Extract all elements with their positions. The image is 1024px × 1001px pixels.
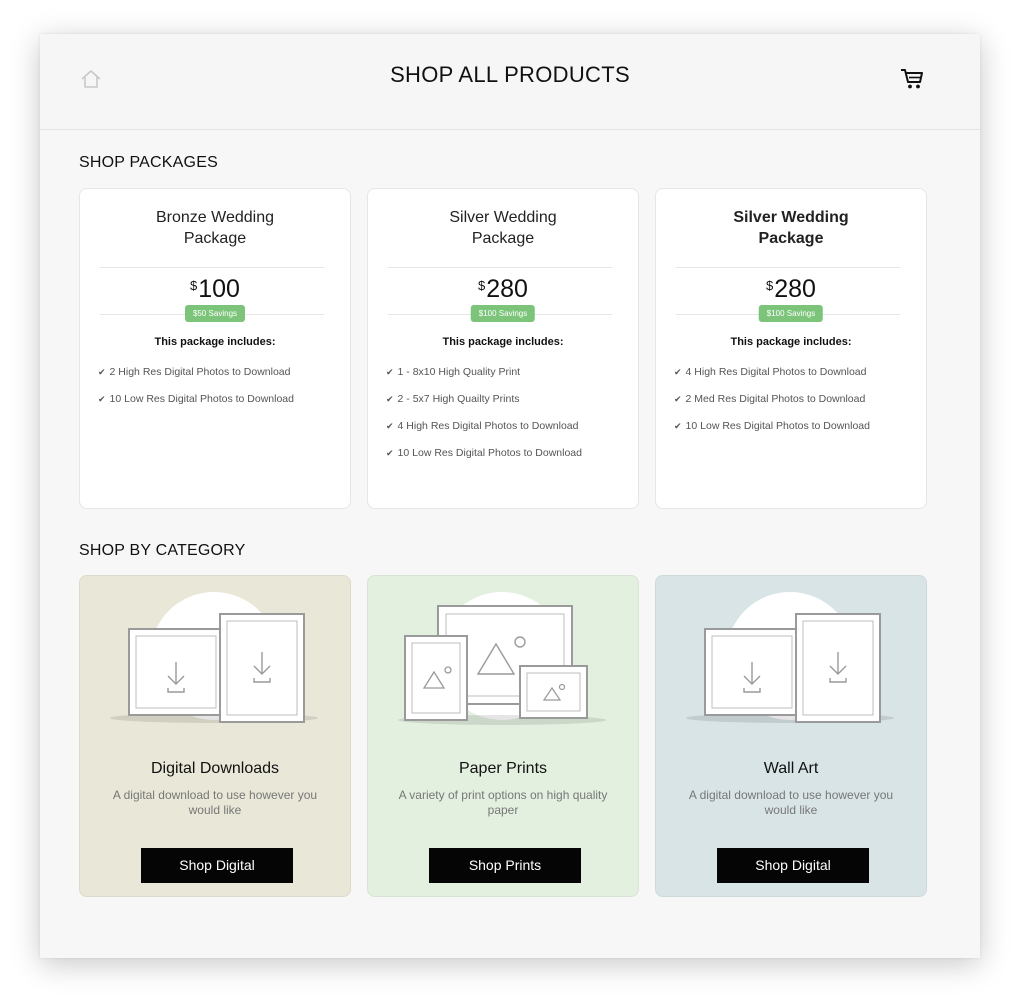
package-card-silver-selected[interactable]: Silver Wedding Package $280 $100 Savings… (655, 188, 927, 509)
savings-badge: $100 Savings (758, 305, 824, 322)
category-card-wall-art[interactable]: Wall Art A digital download to use howev… (655, 575, 927, 897)
divider (676, 267, 900, 268)
check-icon: ✔ (386, 367, 394, 377)
page-title: SHOP ALL PRODUCTS (390, 62, 630, 87)
download-frames-icon (110, 592, 318, 723)
category-name: Wall Art (763, 760, 819, 777)
price-value: 280 (774, 275, 816, 303)
package-card-silver[interactable]: Silver Wedding Package $280 $100 Savings… (367, 188, 639, 509)
shop-digital-button[interactable]: Shop Digital (717, 848, 869, 883)
photo-frames-icon (398, 592, 606, 725)
category-card-paper-prints[interactable]: Paper Prints A variety of print options … (367, 575, 639, 897)
feature-item: ✔ 4 High Res Digital Photos to Download (386, 420, 579, 432)
category-section-title: SHOP BY CATEGORY (79, 542, 246, 559)
header-bar: SHOP ALL PRODUCTS (40, 34, 980, 130)
feature-item: ✔ 1 - 8x10 High Quality Print (386, 366, 521, 378)
category-description: A digital download to use however you wo… (688, 788, 894, 817)
check-icon: ✔ (386, 394, 394, 404)
check-icon: ✔ (386, 421, 394, 431)
check-icon: ✔ (674, 421, 682, 431)
package-name: Silver Wedding Package (733, 209, 849, 247)
check-icon: ✔ (674, 394, 682, 404)
check-icon: ✔ (674, 367, 682, 377)
package-name: Silver Wedding Package (449, 209, 557, 247)
category-description: A variety of print options on high quali… (398, 788, 608, 817)
feature-item: ✔ 2 High Res Digital Photos to Download (98, 366, 291, 378)
feature-list: ✔ 4 High Res Digital Photos to Download ✔… (674, 364, 870, 445)
savings-badge: $100 Savings (470, 305, 536, 322)
feature-list: ✔ 1 - 8x10 High Quality Print ✔ 2 - 5x7 Hi… (386, 364, 582, 472)
category-name: Digital Downloads (150, 760, 280, 777)
package-price: $280 (368, 275, 638, 304)
savings-badge: $50 Savings (184, 305, 246, 322)
feature-list: ✔ 2 High Res Digital Photos to Download ✔… (98, 364, 294, 418)
check-icon: ✔ (386, 448, 394, 458)
feature-item: ✔ 4 High Res Digital Photos to Download (674, 366, 867, 378)
currency-symbol: $ (478, 278, 486, 293)
feature-item: ✔ 10 Low Res Digital Photos to Download (98, 393, 294, 405)
app-window: SHOP ALL PRODUCTS SHOP PACKAGES Bronze W… (40, 34, 980, 958)
check-icon: ✔ (98, 394, 106, 404)
divider (388, 267, 612, 268)
divider (100, 267, 324, 268)
price-value: 280 (486, 275, 528, 303)
feature-item: ✔ 10 Low Res Digital Photos to Download (386, 447, 582, 459)
category-name: Paper Prints (458, 760, 548, 777)
price-value: 100 (198, 275, 240, 303)
shop-prints-button[interactable]: Shop Prints (429, 848, 581, 883)
shopping-cart-icon[interactable] (900, 68, 924, 90)
category-card-digital-downloads[interactable]: Digital Downloads A digital download to … (79, 575, 351, 897)
package-name: Bronze Wedding Package (156, 209, 274, 247)
download-frames-icon (686, 592, 894, 723)
packages-section-title: SHOP PACKAGES (79, 154, 218, 171)
check-icon: ✔ (98, 367, 106, 377)
feature-item: ✔ 2 Med Res Digital Photos to Download (674, 393, 866, 405)
includes-label: This package includes: (154, 336, 276, 348)
feature-item: ✔ 10 Low Res Digital Photos to Download (674, 420, 870, 432)
package-price: $100 (80, 275, 350, 304)
package-card-bronze[interactable]: Bronze Wedding Package $100 $50 Savings … (79, 188, 351, 509)
package-price: $280 (656, 275, 926, 304)
currency-symbol: $ (766, 278, 774, 293)
feature-item: ✔ 2 - 5x7 High Quailty Prints (386, 393, 520, 405)
shop-digital-button[interactable]: Shop Digital (141, 848, 293, 883)
category-description: A digital download to use however you wo… (112, 788, 318, 817)
currency-symbol: $ (190, 278, 198, 293)
includes-label: This package includes: (730, 336, 852, 348)
includes-label: This package includes: (442, 336, 564, 348)
